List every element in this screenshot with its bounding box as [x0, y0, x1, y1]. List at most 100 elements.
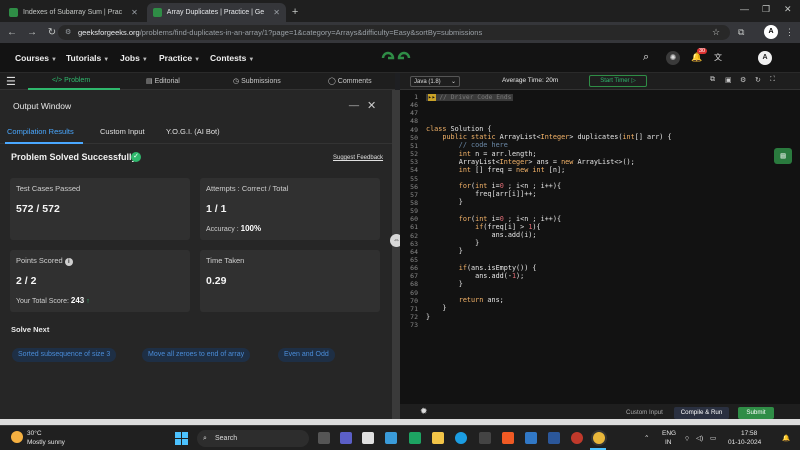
solve-next-chip[interactable]: Move all zeroes to end of array — [142, 348, 251, 362]
time-taken-label: Time Taken — [206, 256, 245, 265]
submit-button[interactable]: Submit — [738, 407, 774, 419]
total-score-label: Your Total Score: — [16, 298, 69, 305]
line-number: 72 — [410, 313, 418, 322]
code-line: public static ArrayList<Integer> duplica… — [442, 133, 672, 142]
windows-start-icon[interactable] — [175, 432, 188, 445]
new-tab-icon[interactable]: + — [292, 3, 298, 22]
translate-icon[interactable]: 文 — [714, 52, 722, 63]
chevron-down-icon: ▼ — [103, 57, 110, 63]
chevron-up-icon[interactable]: ⌃ — [644, 434, 649, 442]
start-timer-button[interactable]: Start Timer ▷ — [589, 75, 647, 87]
layout-icon[interactable]: ▣ — [725, 76, 732, 84]
clock-time[interactable]: 17:58 — [741, 430, 757, 437]
nav-tutorials[interactable]: Tutorials ▼ — [66, 53, 109, 63]
chat-icon[interactable]: ▤ — [774, 148, 792, 164]
bookmark-star-icon[interactable]: ☆ — [712, 27, 720, 38]
taskbar-search-box[interactable]: ⌕ Search — [197, 430, 309, 447]
restore-window-icon[interactable]: ❐ — [762, 4, 770, 15]
line-number: 61 — [410, 223, 418, 232]
terminal-icon[interactable] — [548, 432, 560, 444]
folded-code[interactable]: ▸▸ // Driver Code Ends — [426, 94, 514, 101]
nav-label: Practice — [159, 53, 193, 63]
accuracy-row: Accuracy : 100% — [206, 224, 261, 233]
code-line: } — [426, 239, 480, 248]
hamburger-menu-icon[interactable]: ☰ — [6, 75, 16, 88]
language-select[interactable]: Java (1.8) ⌄ — [410, 76, 460, 87]
widgets-icon[interactable] — [362, 432, 374, 444]
tab-custom-input[interactable]: Custom Input — [100, 127, 145, 136]
close-tab-icon[interactable]: ✕ — [131, 8, 138, 17]
fullscreen-icon[interactable]: ⛶ — [770, 76, 775, 84]
tab-editorial[interactable]: ▤ Editorial — [146, 77, 180, 85]
brave-icon[interactable] — [502, 432, 514, 444]
file-explorer-icon[interactable] — [432, 432, 444, 444]
weather-sun-icon[interactable] — [11, 431, 23, 443]
back-icon[interactable]: ← — [4, 27, 20, 38]
search-placeholder: Search — [215, 435, 238, 442]
tab-problem[interactable]: </> Problem — [52, 77, 90, 84]
chrome-alt-icon[interactable] — [409, 432, 421, 444]
browser-tab-1[interactable]: Indexes of Subarray Sum | Prac ✕ — [3, 3, 144, 22]
chrome-icon[interactable] — [593, 432, 605, 444]
forward-icon[interactable]: → — [24, 27, 40, 38]
copy-icon[interactable]: ⧉ — [710, 76, 715, 84]
wifi-icon[interactable]: ⌔ — [684, 434, 690, 443]
minimize-icon[interactable]: __ — [349, 96, 359, 106]
battery-icon[interactable]: ▭ — [710, 434, 716, 442]
address-bar[interactable]: ⚙ geeksforgeeks.org/problems/find-duplic… — [58, 25, 730, 40]
line-number: 63 — [410, 239, 418, 248]
close-tab-icon[interactable]: ✕ — [273, 8, 280, 17]
line-number: 47 — [410, 109, 418, 118]
gear-icon[interactable]: ✹ — [420, 406, 428, 417]
solve-next-chip[interactable]: Even and Odd — [278, 348, 335, 362]
vscode-icon[interactable] — [525, 432, 537, 444]
nav-courses[interactable]: Courses ▼ — [15, 53, 57, 63]
solve-next-chip[interactable]: Sorted subsequence of size 3 — [12, 348, 117, 362]
notifications-icon[interactable]: 🔔 — [782, 434, 790, 442]
tab-label: Editorial — [154, 78, 180, 85]
check-circle-icon: ✓ — [131, 152, 141, 162]
edge-icon[interactable] — [455, 432, 467, 444]
menu-icon[interactable]: ⋮ — [785, 27, 794, 38]
site-info-icon[interactable]: ⚙ — [65, 25, 71, 40]
app-icon[interactable] — [385, 432, 397, 444]
tab-compilation-results[interactable]: Compilation Results — [7, 127, 74, 136]
tab-comments[interactable]: ◯ Comments — [328, 77, 372, 85]
minimize-window-icon[interactable]: — — [740, 4, 749, 14]
panel-splitter[interactable] — [392, 90, 400, 419]
search-icon[interactable]: ⌕ — [643, 51, 649, 64]
tab-yogi-ai-bot[interactable]: Y.O.G.I. (AI Bot) — [166, 127, 220, 136]
gfg-logo[interactable] — [380, 51, 412, 65]
extensions-icon[interactable]: ⧉ — [738, 27, 744, 38]
custom-input-button[interactable]: Custom Input — [621, 407, 668, 419]
output-window-header: Output Window __ ✕ — [0, 90, 392, 119]
code-line: ans.add(-1); — [426, 271, 525, 280]
attempts-label: Attempts : Correct / Total — [206, 184, 289, 193]
code-line: int [] freq = new int [n]; — [458, 165, 566, 174]
reset-icon[interactable]: ↻ — [755, 76, 761, 84]
nav-jobs[interactable]: Jobs ▼ — [120, 53, 148, 63]
task-view-icon[interactable] — [318, 432, 330, 444]
close-window-icon[interactable]: ✕ — [784, 4, 792, 15]
settings-icon[interactable]: ⚙ — [740, 76, 746, 84]
volume-icon[interactable]: ◁) — [696, 434, 703, 442]
suggest-feedback-link[interactable]: Suggest Feedback — [333, 155, 383, 161]
profile-avatar[interactable]: A — [764, 25, 778, 39]
code-editor[interactable]: 1 46 47 48 49 class Solution {50 public stati… — [400, 90, 800, 404]
info-icon[interactable]: i — [64, 258, 73, 266]
nav-practice[interactable]: Practice ▼ — [159, 53, 200, 63]
close-icon[interactable]: ✕ — [367, 99, 376, 112]
compile-run-button[interactable]: Compile & Run — [674, 407, 729, 419]
photos-icon[interactable] — [571, 432, 583, 444]
teams-icon[interactable] — [340, 432, 352, 444]
tab-label: Comments — [337, 78, 372, 85]
browser-tab-2[interactable]: Array Duplicates | Practice | Ge ✕ — [146, 3, 286, 22]
language-indicator-top[interactable]: ENG — [662, 430, 676, 437]
language-indicator-bottom[interactable]: IN — [665, 439, 672, 446]
theme-toggle-icon[interactable]: ✺ — [666, 51, 680, 65]
user-avatar[interactable]: A — [758, 51, 772, 65]
nav-contests[interactable]: Contests ▼ — [210, 53, 254, 63]
clock-date[interactable]: 01-10-2024 — [728, 439, 761, 446]
store-icon[interactable] — [479, 432, 491, 444]
tab-submissions[interactable]: ◷ Submissions — [233, 77, 281, 85]
